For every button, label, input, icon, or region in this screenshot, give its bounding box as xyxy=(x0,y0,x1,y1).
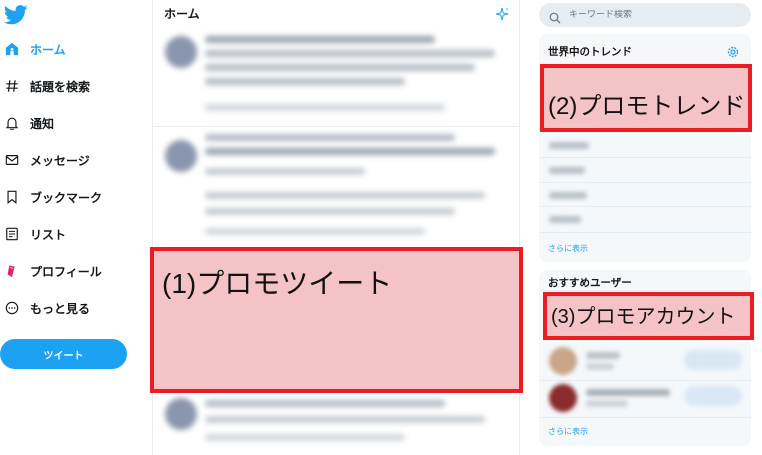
nav-item-label: リスト xyxy=(30,227,67,242)
avatar xyxy=(165,140,197,172)
search-box[interactable] xyxy=(539,3,751,27)
bookmark-icon xyxy=(4,189,20,205)
nav-item-messages[interactable]: メッセージ xyxy=(4,147,90,173)
nav-item-label: メッセージ xyxy=(30,153,90,168)
nav-item-label: もっと見る xyxy=(30,301,91,316)
avatar xyxy=(165,398,197,430)
tweet-button[interactable]: ツイート xyxy=(0,339,127,369)
who-to-follow-title: おすすめユーザー xyxy=(548,277,632,289)
more-icon xyxy=(4,300,20,316)
gear-icon[interactable] xyxy=(726,44,740,58)
avatar xyxy=(165,36,197,68)
nav-item-profile[interactable]: プロフィール xyxy=(4,258,102,284)
left-nav: ホーム 話題を検索 通知 メッセージ ブックマーク リスト プロフィール もっと… xyxy=(0,0,152,455)
nav-item-notifications[interactable]: 通知 xyxy=(4,110,54,136)
profile-icon xyxy=(4,263,20,279)
nav-item-home[interactable]: ホーム xyxy=(4,36,66,62)
blurred-trend xyxy=(549,142,589,149)
nav-item-bookmarks[interactable]: ブックマーク xyxy=(4,184,102,210)
nav-item-explore[interactable]: 話題を検索 xyxy=(4,73,90,99)
nav-item-label: 話題を検索 xyxy=(30,79,91,94)
bell-icon xyxy=(4,115,20,131)
envelope-icon xyxy=(4,152,20,168)
promo-account-label: (3)プロモアカウント xyxy=(551,306,736,328)
sparkle-icon[interactable] xyxy=(495,6,509,21)
follow-button[interactable] xyxy=(684,350,742,370)
trends-show-more-link[interactable]: さらに表示 xyxy=(548,243,588,254)
search-icon xyxy=(549,9,561,24)
nav-item-label: ブックマーク xyxy=(30,190,103,205)
nav-item-lists[interactable]: リスト xyxy=(4,221,66,247)
nav-item-label: 通知 xyxy=(30,116,55,131)
timeline-header: ホーム xyxy=(153,0,519,26)
blurred-trend xyxy=(549,216,581,223)
blurred-trend xyxy=(549,192,587,199)
twitter-logo-icon[interactable] xyxy=(3,5,28,25)
hashtag-icon xyxy=(4,78,20,94)
avatar xyxy=(549,347,577,375)
promo-tweet-label: (1)プロモツイート xyxy=(162,268,393,299)
list-icon xyxy=(4,226,20,242)
follow-button[interactable] xyxy=(684,386,742,406)
nav-item-label: ホーム xyxy=(30,42,66,57)
trends-title: 世界中のトレンド xyxy=(548,46,632,58)
promo-trend-label: (2)プロモトレンド xyxy=(548,93,746,120)
blurred-tweet xyxy=(153,26,519,126)
search-input[interactable] xyxy=(569,10,739,20)
who-to-follow-show-more-link[interactable]: さらに表示 xyxy=(548,426,588,437)
nav-item-label: プロフィール xyxy=(30,264,102,279)
blurred-tweet xyxy=(153,392,519,455)
blurred-tweet xyxy=(153,128,519,248)
avatar xyxy=(549,384,577,412)
blurred-trend xyxy=(549,167,585,174)
page-title: ホーム xyxy=(164,6,200,21)
nav-item-more[interactable]: もっと見る xyxy=(4,295,90,321)
home-icon xyxy=(4,41,20,57)
